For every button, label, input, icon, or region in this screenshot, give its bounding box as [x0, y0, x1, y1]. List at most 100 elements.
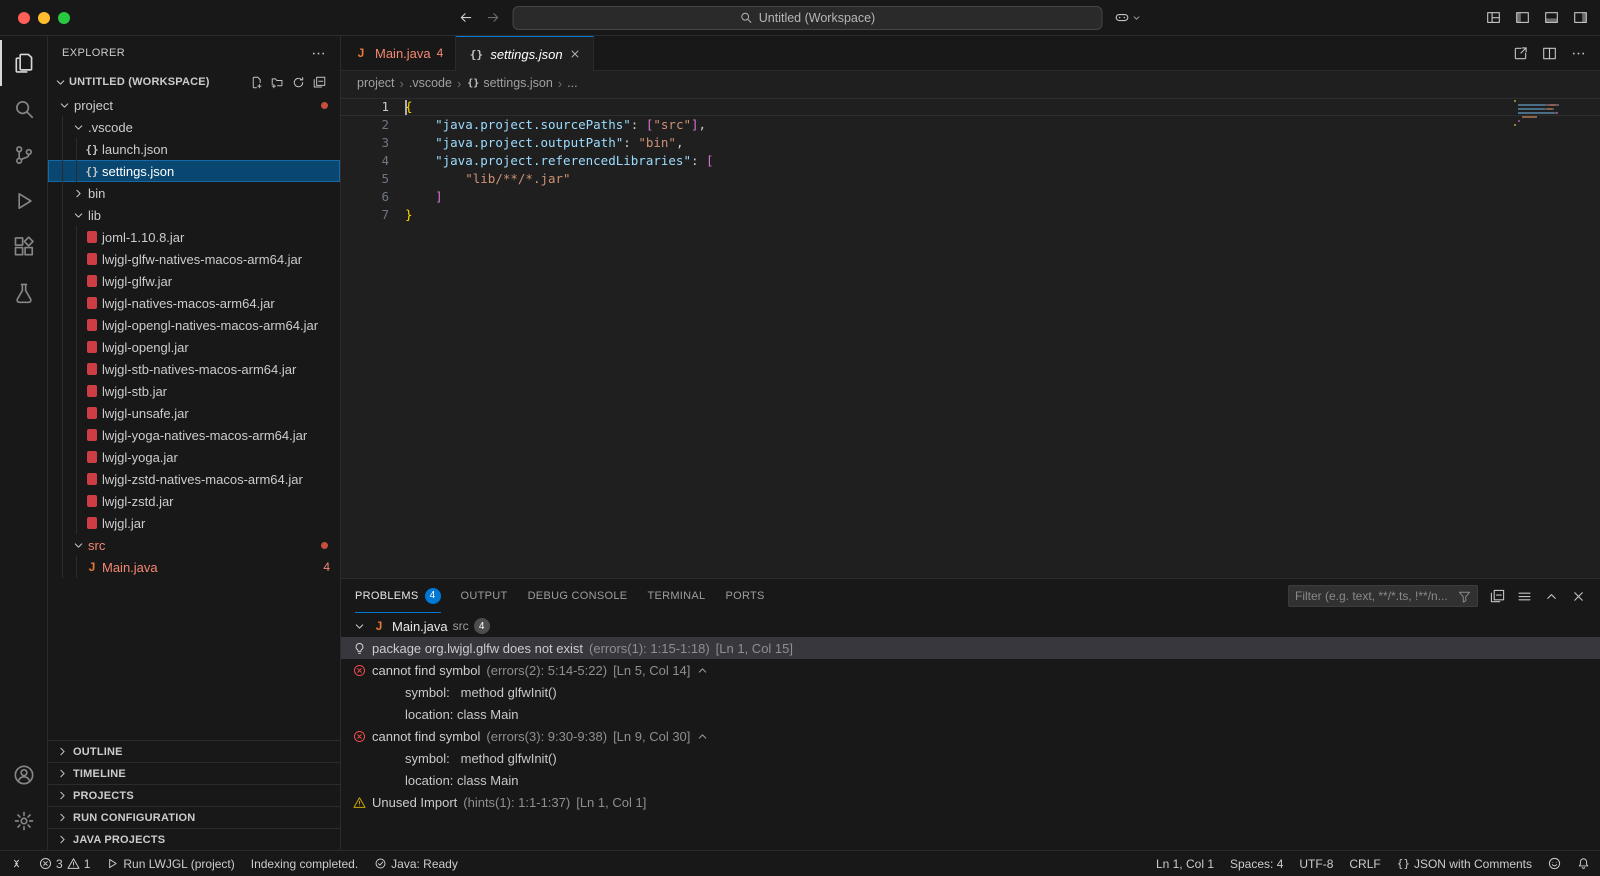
tree-item-lwjgl-glfw.jar[interactable]: lwjgl-glfw.jar [48, 270, 340, 292]
activity-search[interactable] [0, 86, 48, 132]
more-actions-icon[interactable] [1571, 46, 1586, 61]
new-file-icon[interactable] [250, 76, 263, 89]
indentation[interactable]: Spaces: 4 [1230, 857, 1283, 871]
breadcrumb-item[interactable]: .vscode [409, 76, 452, 90]
activity-testing[interactable] [0, 270, 48, 316]
code-line-6[interactable]: 6 ] [341, 188, 1600, 206]
indexing-status[interactable]: Indexing completed. [251, 857, 358, 871]
code-line-4[interactable]: 4 "java.project.referencedLibraries": [ [341, 152, 1600, 170]
activity-explorer[interactable] [0, 40, 48, 86]
encoding[interactable]: UTF-8 [1299, 857, 1333, 871]
forward-icon[interactable] [486, 10, 501, 25]
problem-detail[interactable]: location: class Main [341, 703, 1600, 725]
problem-detail[interactable]: location: class Main [341, 769, 1600, 791]
collapse-all-icon[interactable] [313, 76, 326, 89]
tree-item-lwjgl-zstd-natives-macos-arm64.jar[interactable]: lwjgl-zstd-natives-macos-arm64.jar [48, 468, 340, 490]
minimap[interactable] [1514, 100, 1584, 128]
code-line-7[interactable]: 7} [341, 206, 1600, 224]
activity-source-control[interactable] [0, 132, 48, 178]
code-editor[interactable]: 1{2 "java.project.sourcePaths": ["src"],… [341, 95, 1600, 578]
problem-detail[interactable]: symbol: method glfwInit() [341, 747, 1600, 769]
refresh-icon[interactable] [292, 76, 305, 89]
tree-item-lwjgl-opengl-natives-macos-arm64.jar[interactable]: lwjgl-opengl-natives-macos-arm64.jar [48, 314, 340, 336]
problems-file-group[interactable]: J Main.java src 4 [341, 615, 1600, 637]
workspace-search[interactable]: Untitled (Workspace) [512, 5, 1103, 30]
notifications[interactable] [1577, 857, 1590, 870]
run-task-status[interactable]: Run LWJGL (project) [106, 857, 235, 871]
panel-tab-problems[interactable]: PROBLEMS 4 [355, 579, 441, 613]
tree-item-lwjgl-yoga.jar[interactable]: lwjgl-yoga.jar [48, 446, 340, 468]
java-ready-status[interactable]: Java: Ready [374, 857, 458, 871]
panel-tab-output[interactable]: OUTPUT [461, 579, 508, 613]
open-settings-ui-icon[interactable] [1513, 46, 1528, 61]
problem-item[interactable]: Unused Import (hints(1): 1:1-1:37) [Ln 1, … [341, 791, 1600, 813]
cursor-position[interactable]: Ln 1, Col 1 [1156, 857, 1214, 871]
tree-item-lwjgl-unsafe.jar[interactable]: lwjgl-unsafe.jar [48, 402, 340, 424]
tree-item-lwjgl-glfw-natives-macos-arm64.jar[interactable]: lwjgl-glfw-natives-macos-arm64.jar [48, 248, 340, 270]
close-window-button[interactable] [18, 11, 30, 24]
tab-Main.java[interactable]: J Main.java 4 [341, 36, 457, 70]
close-tab-icon[interactable] [569, 48, 581, 60]
panel-tab-terminal[interactable]: TERMINAL [647, 579, 705, 613]
section-timeline[interactable]: TIMELINE [48, 762, 340, 784]
activity-settings[interactable] [0, 798, 48, 844]
toggle-secondary-sidebar-icon[interactable] [1573, 10, 1588, 25]
tree-item-Main.java[interactable]: J Main.java 4 [48, 556, 340, 578]
tree-item-bin[interactable]: bin [48, 182, 340, 204]
problem-detail[interactable]: symbol: method glfwInit() [341, 681, 1600, 703]
section-java-projects[interactable]: JAVA PROJECTS [48, 828, 340, 850]
feedback[interactable] [1548, 857, 1561, 870]
problems-filter-input[interactable]: Filter (e.g. text, **/*.ts, !**/n... [1288, 585, 1478, 607]
tree-item-.vscode[interactable]: .vscode [48, 116, 340, 138]
panel-tab-debug-console[interactable]: DEBUG CONSOLE [528, 579, 628, 613]
toggle-primary-sidebar-icon[interactable] [1515, 10, 1530, 25]
language-mode[interactable]: {} JSON with Comments [1397, 857, 1532, 871]
section-outline[interactable]: OUTLINE [48, 740, 340, 762]
remote-indicator[interactable] [10, 857, 23, 870]
tree-item-lwjgl-stb-natives-macos-arm64.jar[interactable]: lwjgl-stb-natives-macos-arm64.jar [48, 358, 340, 380]
collapse-all-icon[interactable] [1490, 589, 1505, 604]
code-line-2[interactable]: 2 "java.project.sourcePaths": ["src"], [341, 116, 1600, 134]
copilot-menu[interactable] [1115, 10, 1142, 25]
code-line-5[interactable]: 5 "lib/**/*.jar" [341, 170, 1600, 188]
tree-item-lwjgl-natives-macos-arm64.jar[interactable]: lwjgl-natives-macos-arm64.jar [48, 292, 340, 314]
tree-item-src[interactable]: src [48, 534, 340, 556]
tree-item-lwjgl-zstd.jar[interactable]: lwjgl-zstd.jar [48, 490, 340, 512]
problem-item[interactable]: cannot find symbol (errors(2): 5:14-5:22)… [341, 659, 1600, 681]
split-editor-icon[interactable] [1542, 46, 1557, 61]
breadcrumb-item[interactable]: project [357, 76, 395, 90]
minimize-window-button[interactable] [38, 11, 50, 24]
close-panel-icon[interactable] [1571, 589, 1586, 604]
problem-item[interactable]: package org.lwjgl.glfw does not exist (er… [341, 637, 1600, 659]
tree-item-lwjgl-opengl.jar[interactable]: lwjgl-opengl.jar [48, 336, 340, 358]
section-projects[interactable]: PROJECTS [48, 784, 340, 806]
tree-item-lwjgl.jar[interactable]: lwjgl.jar [48, 512, 340, 534]
tree-item-joml-1.10.8.jar[interactable]: joml-1.10.8.jar [48, 226, 340, 248]
code-line-1[interactable]: 1{ [341, 98, 1600, 116]
tree-item-lib[interactable]: lib [48, 204, 340, 226]
activity-extensions[interactable] [0, 224, 48, 270]
eol[interactable]: CRLF [1349, 857, 1380, 871]
customize-layout-icon[interactable] [1486, 10, 1501, 25]
workspace-section-header[interactable]: UNTITLED (WORKSPACE) [48, 70, 340, 94]
activity-account[interactable] [0, 752, 48, 798]
new-folder-icon[interactable] [271, 76, 284, 89]
back-icon[interactable] [459, 10, 474, 25]
more-actions-icon[interactable] [311, 46, 326, 61]
tree-item-lwjgl-yoga-natives-macos-arm64.jar[interactable]: lwjgl-yoga-natives-macos-arm64.jar [48, 424, 340, 446]
problems-status[interactable]: 31 [39, 857, 90, 871]
activity-run-debug[interactable] [0, 178, 48, 224]
toggle-panel-icon[interactable] [1544, 10, 1559, 25]
panel-tab-ports[interactable]: PORTS [725, 579, 764, 613]
zoom-window-button[interactable] [58, 11, 70, 24]
tab-settings.json[interactable]: {} settings.json [456, 36, 594, 71]
view-as-table-icon[interactable] [1517, 589, 1532, 604]
tree-item-project[interactable]: project [48, 94, 340, 116]
tree-item-launch.json[interactable]: {} launch.json [48, 138, 340, 160]
breadcrumb-item[interactable]: {} settings.json [466, 76, 553, 90]
breadcrumb-item[interactable]: ... [567, 76, 577, 90]
code-line-3[interactable]: 3 "java.project.outputPath": "bin", [341, 134, 1600, 152]
section-run-configuration[interactable]: RUN CONFIGURATION [48, 806, 340, 828]
tree-item-lwjgl-stb.jar[interactable]: lwjgl-stb.jar [48, 380, 340, 402]
tree-item-settings.json[interactable]: {} settings.json [48, 160, 340, 182]
